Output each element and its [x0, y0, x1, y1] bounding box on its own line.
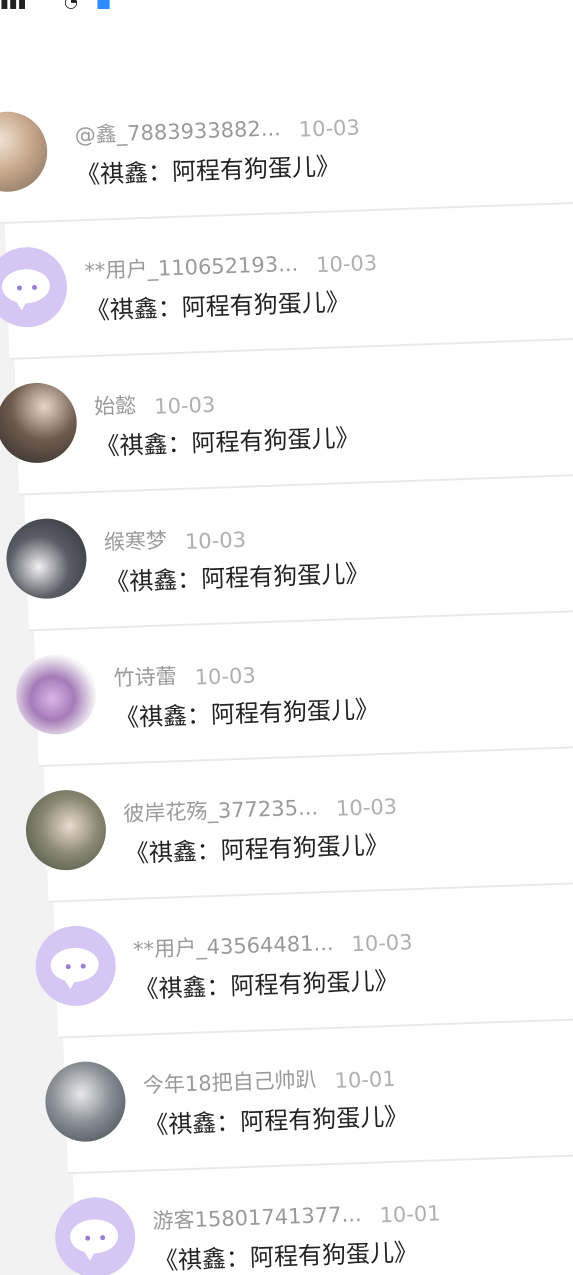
- list-item[interactable]: @鑫_7883933882... 10-03 《祺鑫：阿程有狗蛋儿》: [0, 63, 573, 225]
- timestamp: 10-03: [335, 794, 398, 821]
- username[interactable]: 今年18把自己帅趴: [142, 1064, 317, 1100]
- item-meta: 游客15801741377... 10-01: [152, 1195, 441, 1235]
- username[interactable]: 彼岸花殇_377235...: [123, 791, 319, 828]
- avatar[interactable]: [53, 1196, 137, 1275]
- timestamp: 10-03: [153, 392, 216, 419]
- avatar[interactable]: [14, 653, 98, 736]
- avatar[interactable]: [44, 1060, 127, 1144]
- timestamp: 10-03: [194, 663, 257, 690]
- comment-text[interactable]: 《祺鑫：阿程有狗蛋儿》: [114, 689, 380, 733]
- timestamp: 10-03: [315, 250, 378, 278]
- comment-text[interactable]: 《祺鑫：阿程有狗蛋儿》: [134, 961, 399, 1005]
- item-meta: 今年18把自己帅趴 10-01: [142, 1061, 396, 1100]
- timestamp: 10-03: [184, 527, 247, 554]
- list-item[interactable]: 彼岸花殇_377235... 10-03 《祺鑫：阿程有狗蛋儿》: [24, 742, 573, 903]
- item-meta: 始懿 10-03: [94, 387, 216, 421]
- avatar[interactable]: [0, 110, 49, 194]
- username[interactable]: **用户_43564481...: [133, 927, 334, 964]
- username[interactable]: @鑫_7883933882...: [74, 112, 281, 149]
- avatar[interactable]: [24, 788, 108, 872]
- list-item[interactable]: 竹诗蕾 10-03 《祺鑫：阿程有狗蛋儿》: [14, 606, 573, 768]
- item-meta: **用户_110652193... 10-03: [84, 245, 378, 285]
- avatar[interactable]: [0, 245, 69, 329]
- username[interactable]: **用户_110652193...: [84, 248, 299, 285]
- comment-text[interactable]: 《祺鑫：阿程有狗蛋儿》: [75, 146, 341, 190]
- timestamp: 10-03: [298, 115, 361, 142]
- item-meta: 彼岸花殇_377235... 10-03: [123, 789, 398, 829]
- list-item[interactable]: **用户_110652193... 10-03 《祺鑫：阿程有狗蛋儿》: [0, 199, 573, 360]
- comment-text[interactable]: 《祺鑫：阿程有狗蛋儿》: [144, 1096, 409, 1140]
- username[interactable]: 游客15801741377...: [152, 1198, 362, 1235]
- item-meta: @鑫_7883933882... 10-03: [74, 109, 360, 149]
- avatar[interactable]: [5, 517, 88, 601]
- avatar[interactable]: [0, 381, 79, 465]
- comment-list[interactable]: @鑫_7883933882... 10-03 《祺鑫：阿程有狗蛋儿》 **用户_1…: [0, 63, 573, 1275]
- item-meta: 竹诗蕾 10-03: [113, 657, 256, 692]
- list-item[interactable]: 始懿 10-03 《祺鑫：阿程有狗蛋儿》: [0, 335, 573, 496]
- status-bar: ▮▮▮ ◔ ■: [0, 0, 573, 12]
- item-meta: 缑寒梦 10-03: [103, 522, 247, 557]
- timestamp: 10-01: [334, 1066, 397, 1093]
- username[interactable]: 缑寒梦: [103, 524, 168, 556]
- comment-text[interactable]: 《祺鑫：阿程有狗蛋儿》: [95, 418, 360, 462]
- list-item[interactable]: 今年18把自己帅趴 10-01 《祺鑫：阿程有狗蛋儿》: [44, 1013, 573, 1175]
- username[interactable]: 竹诗蕾: [113, 660, 177, 692]
- chat-bubble-icon: [50, 947, 100, 983]
- avatar[interactable]: [34, 924, 118, 1008]
- signal-icon: ▮▮▮: [0, 0, 27, 11]
- list-item[interactable]: 缑寒梦 10-03 《祺鑫：阿程有狗蛋儿》: [5, 470, 573, 632]
- wifi-icon: ◔: [64, 0, 78, 11]
- list-item[interactable]: **用户_43564481... 10-03 《祺鑫：阿程有狗蛋儿》: [34, 878, 573, 1039]
- notification-icon: ■: [96, 0, 112, 11]
- timestamp: 10-01: [379, 1201, 441, 1228]
- item-meta: **用户_43564481... 10-03: [133, 924, 413, 964]
- comment-text[interactable]: 《祺鑫：阿程有狗蛋儿》: [153, 1232, 419, 1275]
- chat-bubble-icon: [1, 268, 51, 305]
- comment-text[interactable]: 《祺鑫：阿程有狗蛋儿》: [124, 825, 389, 869]
- chat-bubble-icon: [69, 1218, 119, 1255]
- comment-text[interactable]: 《祺鑫：阿程有狗蛋儿》: [85, 282, 350, 326]
- comment-text[interactable]: 《祺鑫：阿程有狗蛋儿》: [105, 553, 370, 597]
- timestamp: 10-03: [351, 930, 413, 957]
- username[interactable]: 始懿: [94, 389, 137, 420]
- comment-list-screen: ▮▮▮ ◔ ■ @鑫_7883933882... 10-03 《祺鑫：阿程有狗蛋儿…: [0, 0, 573, 1275]
